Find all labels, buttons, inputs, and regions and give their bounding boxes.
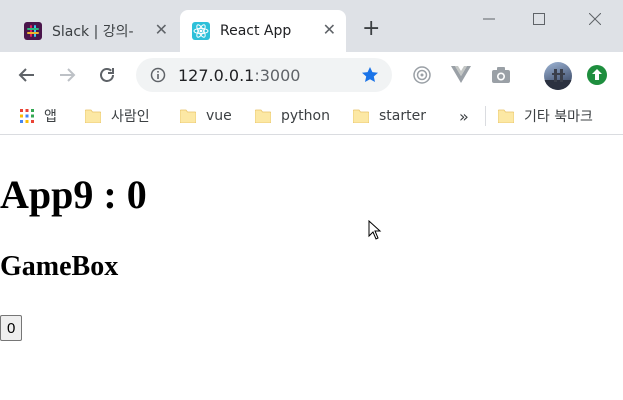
overflow-chevron-icon: »	[459, 106, 469, 126]
forward-arrow-icon	[60, 68, 76, 82]
reload-icon	[100, 68, 114, 82]
folder-icon	[85, 109, 101, 123]
tab-title: React App	[220, 23, 292, 39]
slack-icon	[24, 22, 42, 40]
bookmark-folder-other[interactable]: 기타 북마크	[498, 98, 593, 134]
maximize-button[interactable]	[517, 6, 561, 32]
bookmark-folder-vue[interactable]: vue	[180, 98, 232, 134]
folder-icon	[180, 109, 196, 123]
back-button[interactable]	[15, 63, 39, 87]
page-content: App9 : 0 GameBox 0	[0, 135, 623, 400]
star-icon[interactable]	[361, 66, 379, 84]
screenshot-button[interactable]	[489, 63, 513, 87]
info-icon[interactable]	[150, 67, 166, 83]
profile-avatar[interactable]	[544, 62, 572, 90]
mouse-cursor-icon	[368, 220, 382, 240]
bookmark-label: vue	[206, 108, 232, 124]
avatar-image	[544, 69, 572, 90]
bookmark-folder-saramin[interactable]: 사람인	[85, 98, 150, 134]
minimize-icon	[483, 18, 495, 20]
maximize-icon	[533, 13, 545, 25]
close-tab-icon[interactable]: ✕	[155, 22, 168, 38]
tab-slack[interactable]: Slack | 강의- ✕	[10, 10, 178, 52]
folder-icon	[353, 109, 369, 123]
bookmarks-overflow-button[interactable]: »	[459, 98, 469, 134]
tab-react-app[interactable]: React App ✕	[180, 10, 346, 52]
minimize-button[interactable]	[467, 6, 511, 32]
bookmark-label: 기타 북마크	[524, 109, 593, 125]
close-icon	[589, 13, 601, 25]
bookmark-label: 사람인	[111, 109, 150, 125]
address-bar[interactable]: 127.0.0.1:3000	[136, 58, 392, 92]
target-icon	[413, 66, 431, 84]
update-button[interactable]	[585, 63, 609, 87]
react-icon	[192, 22, 210, 40]
counter-button[interactable]: 0	[0, 315, 23, 341]
url-host: 127.0.0.1	[178, 66, 255, 85]
folder-icon	[255, 109, 271, 123]
bookmark-label: starter	[379, 108, 426, 124]
bookmark-label: 앱	[44, 109, 57, 125]
bookmark-folder-starter[interactable]: starter	[353, 98, 426, 134]
close-window-button[interactable]	[573, 6, 617, 32]
gamebox-title: GameBox	[0, 251, 119, 282]
reload-button[interactable]	[95, 63, 119, 87]
camera-icon	[492, 67, 510, 83]
url-port: :3000	[254, 66, 301, 85]
folder-icon	[498, 109, 514, 123]
tab-strip: Slack | 강의- ✕ React App ✕ +	[0, 0, 623, 52]
tab-title: Slack | 강의-	[52, 24, 134, 40]
forward-button[interactable]	[55, 63, 79, 87]
close-tab-icon[interactable]: ✕	[323, 22, 336, 38]
toolbar: 127.0.0.1:3000	[0, 52, 623, 98]
bookmarks-divider	[485, 106, 486, 126]
update-arrow-icon	[587, 65, 607, 85]
bookmark-apps[interactable]: 앱	[20, 98, 57, 134]
bookmark-folder-python[interactable]: python	[255, 98, 330, 134]
new-tab-button[interactable]: +	[362, 18, 380, 40]
extension-button[interactable]	[410, 63, 434, 87]
url-text: 127.0.0.1:3000	[178, 66, 300, 85]
back-arrow-icon	[18, 68, 34, 82]
page-title: App9 : 0	[0, 172, 147, 217]
bookmarks-bar: 앱 사람인 vue python starter » 기타 북마크	[0, 98, 623, 135]
apps-grid-icon	[20, 109, 34, 123]
bookmark-label: python	[281, 108, 330, 124]
vue-devtools-button[interactable]	[449, 63, 473, 87]
vue-icon	[451, 66, 471, 83]
